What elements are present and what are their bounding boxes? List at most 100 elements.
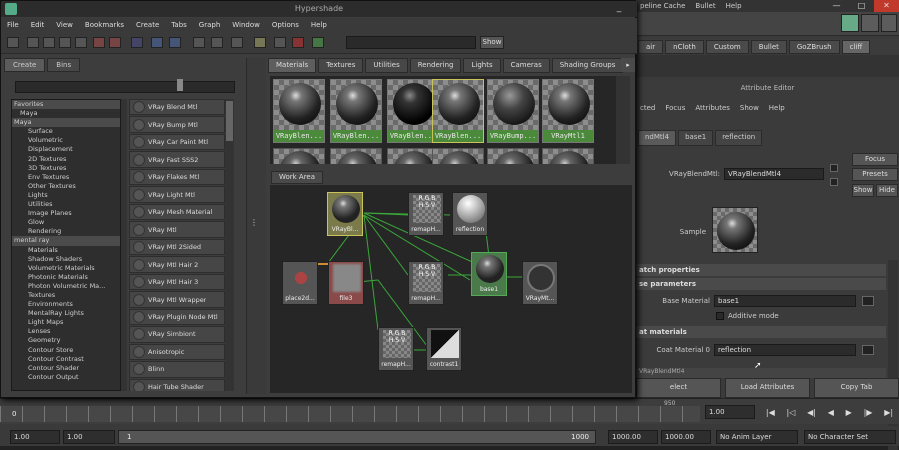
section-match-properties[interactable]: atch properties [636, 264, 886, 276]
graph-materials-icon[interactable] [274, 37, 286, 48]
graph-node-remaphsv-3[interactable]: R G B H S V remapH... [378, 327, 414, 371]
tree-category[interactable]: mental ray [12, 236, 120, 246]
tree-item[interactable]: Surface [12, 127, 120, 136]
shelf-tab-cliff[interactable]: cliff [841, 40, 871, 54]
section-base-parameters[interactable]: se parameters [636, 278, 886, 290]
swatch-row2-4[interactable] [432, 148, 484, 164]
minimize-button[interactable]: — [824, 0, 849, 12]
graph-network-icon[interactable] [109, 37, 121, 48]
graph-node-file3[interactable]: file3 [328, 261, 364, 305]
frame-selected-icon[interactable] [193, 37, 205, 48]
menu-window[interactable]: Window [232, 21, 260, 29]
tree-item[interactable]: Shadow Shaders [12, 255, 120, 264]
tree-item[interactable]: Rendering [12, 227, 120, 236]
graph-node-remaphsv-1[interactable]: R G B H S V remapH... [408, 192, 444, 236]
swatch-vraybump[interactable]: VRayBump... [487, 79, 539, 143]
menu-file[interactable]: File [7, 21, 19, 29]
menu-graph[interactable]: Graph [199, 21, 220, 29]
ae-menu-selected[interactable]: cted [640, 104, 655, 118]
step-back-icon[interactable]: ◀| [807, 408, 816, 417]
menu-edit[interactable]: Edit [31, 21, 45, 29]
create-node-button[interactable]: VRay Mtl Wrapper [129, 291, 225, 308]
tree-item[interactable]: Photon Volumetric Ma... [12, 282, 120, 291]
tree-item[interactable]: Volumetric Materials [12, 264, 120, 273]
swatch-row2-1[interactable] [273, 148, 325, 164]
tab-textures[interactable]: Textures [318, 58, 364, 73]
create-node-button[interactable]: VRay Car Paint Mtl [129, 133, 225, 151]
tree-item[interactable]: Image Planes [12, 209, 120, 218]
menu-create[interactable]: Create [136, 21, 159, 29]
base-material-map-icon[interactable] [862, 296, 874, 306]
hypershade-search-field[interactable] [346, 36, 476, 49]
step-forward-icon[interactable]: |▶ [864, 408, 873, 417]
tree-item[interactable]: Maya [12, 109, 120, 118]
swatch-vrayblend-2[interactable]: VRayBlen... [330, 79, 382, 143]
swatch-vrayblend-1[interactable]: VRayBlen... [273, 79, 325, 143]
tree-item[interactable]: Textures [12, 291, 120, 300]
graph-node-base1[interactable]: base1 [471, 252, 507, 296]
go-to-output-icon[interactable] [830, 178, 838, 186]
play-backwards-icon[interactable]: ◀ [828, 408, 834, 417]
shelf-tab-bullet[interactable]: Bullet [750, 40, 787, 54]
tab-create[interactable]: Create [4, 58, 46, 72]
create-node-button[interactable]: VRay Blend Mtl [129, 99, 225, 116]
ipr-icon[interactable] [861, 14, 879, 32]
create-node-button[interactable]: VRay Fast SSS2 [129, 151, 225, 168]
graph-node-vraymtl[interactable]: VRayMt... [522, 261, 558, 305]
create-node-button[interactable]: Blinn [129, 361, 225, 378]
shelf-tab-gozbrush[interactable]: GoZBrush [788, 40, 840, 54]
shelf-tab-ncloth[interactable]: nCloth [665, 40, 704, 54]
graph-node-contrast1[interactable]: contrast1 [426, 327, 462, 371]
tree-item[interactable]: Displacement [12, 145, 120, 154]
tab-bins[interactable]: Bins [47, 58, 81, 72]
layout-bottom-icon[interactable] [43, 37, 55, 48]
pane-divider[interactable]: ⋮ [246, 58, 266, 394]
swatch-row2-6[interactable] [542, 148, 594, 164]
create-node-button[interactable]: VRay Light Mtl [129, 186, 225, 203]
ae-menu-attributes[interactable]: Attributes [695, 104, 730, 118]
tree-category[interactable]: Favorites [12, 100, 120, 110]
graph-node-vrayblend[interactable]: VRayBl... [327, 192, 363, 236]
swatch-vrayblend-4[interactable]: VRayBlen... [432, 79, 484, 143]
anim-layer-dropdown[interactable]: No Anim Layer [716, 430, 798, 444]
node-list-scrollbar[interactable] [225, 99, 234, 391]
menu-view[interactable]: View [56, 21, 73, 29]
menu-options[interactable]: Options [272, 21, 299, 29]
layout-tabs-icon[interactable] [75, 37, 87, 48]
hypershade-minimize-button[interactable]: _ [605, 3, 633, 15]
swatch-vraymtl1[interactable]: VRayMtl1 [542, 79, 594, 143]
tree-item[interactable]: Materials [12, 246, 120, 255]
toggle-panel-icon[interactable] [7, 37, 19, 48]
go-to-input-icon[interactable] [830, 164, 838, 172]
render-settings-icon[interactable] [881, 14, 897, 32]
hide-button[interactable]: Hide [876, 184, 898, 197]
input-output-icon[interactable] [151, 37, 163, 48]
ae-tab-base1[interactable]: base1 [678, 130, 714, 146]
copy-tab-button[interactable]: Copy Tab [814, 378, 899, 398]
layout-split-icon[interactable] [59, 37, 71, 48]
menu-help-hs[interactable]: Help [311, 21, 327, 29]
tree-item[interactable]: 2D Textures [12, 155, 120, 164]
tree-item[interactable]: Contour Shader [12, 364, 120, 373]
brush-icon[interactable] [131, 37, 143, 48]
tab-cameras[interactable]: Cameras [502, 58, 550, 73]
tab-shading-groups[interactable]: Shading Groups [551, 58, 624, 73]
menu-tabs[interactable]: Tabs [171, 21, 187, 29]
additive-mode-checkbox[interactable] [716, 312, 724, 320]
create-node-button[interactable]: VRay Mtl [129, 221, 225, 238]
input-connections-icon[interactable] [169, 37, 181, 48]
tree-item[interactable]: Env Textures [12, 173, 120, 182]
coat-material-field[interactable]: reflection [714, 344, 856, 356]
step-back-key-icon[interactable]: |◁ [787, 408, 796, 417]
render-icon[interactable] [841, 14, 859, 32]
create-node-button[interactable]: VRay Mtl Hair 3 [129, 273, 225, 291]
tree-item[interactable]: 3D Textures [12, 164, 120, 173]
create-filter-field[interactable] [15, 81, 235, 93]
tree-item[interactable]: Utilities [12, 200, 120, 209]
work-area-graph[interactable]: VRayBl... R G B H S V remapH... reflectio… [270, 185, 632, 393]
tree-item[interactable]: MentalRay Lights [12, 309, 120, 318]
create-node-button[interactable]: Anisotropic [129, 343, 225, 361]
work-area-tab[interactable]: Work Area [271, 171, 323, 184]
close-button[interactable]: ✕ [874, 0, 899, 12]
time-ruler[interactable]: 0 950 [0, 400, 700, 422]
